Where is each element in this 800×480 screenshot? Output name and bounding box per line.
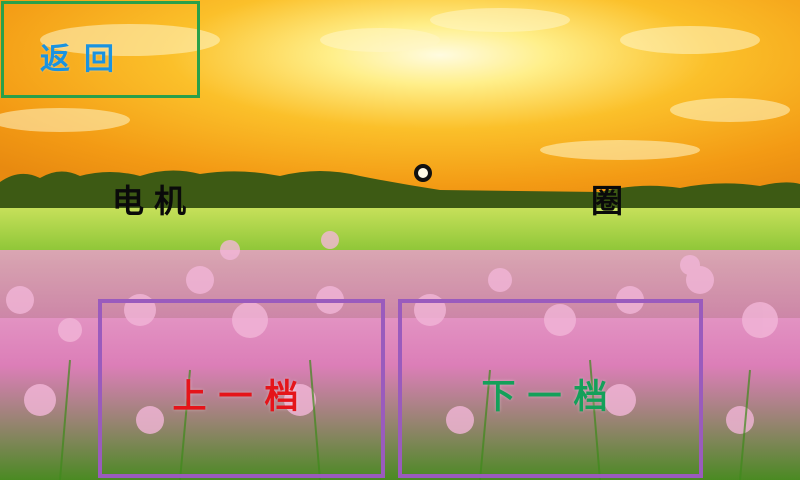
previous-gear-button[interactable]: 上一档	[98, 299, 385, 478]
rotation-unit-label: 圈	[591, 182, 624, 220]
next-gear-label: 下一档	[481, 377, 620, 417]
previous-gear-label: 上一档	[172, 377, 311, 417]
back-button[interactable]: 返回	[1, 1, 200, 98]
next-gear-button[interactable]: 下一档	[398, 299, 703, 478]
motor-control-screen: 返回 电机 圈 上一档 下一档	[0, 0, 800, 480]
gear-position-indicator-icon	[414, 164, 432, 182]
motor-label: 电机	[112, 182, 197, 220]
back-button-label: 返回	[40, 42, 128, 77]
